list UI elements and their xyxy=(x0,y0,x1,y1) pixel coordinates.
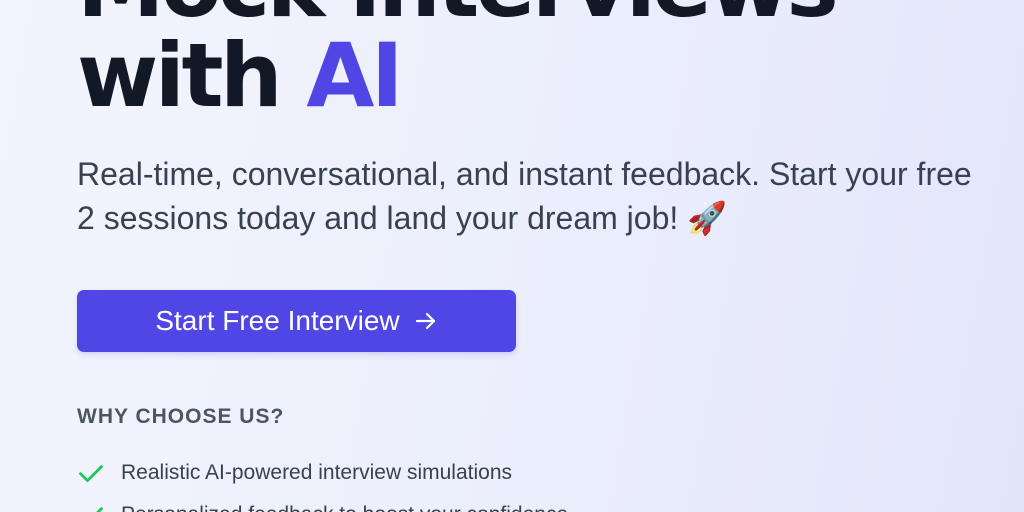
feature-text: Personalized feedback to boost your conf… xyxy=(121,500,568,512)
headline-with-text: with xyxy=(77,24,283,127)
why-choose-us-heading: WHY CHOOSE US? xyxy=(77,405,285,428)
check-icon xyxy=(77,459,121,487)
start-free-interview-button[interactable]: Start Free Interview xyxy=(77,290,516,352)
check-icon xyxy=(77,501,121,512)
arrow-right-icon xyxy=(414,309,438,333)
headline-line-2: with AI xyxy=(77,32,404,120)
list-item: Personalized feedback to boost your conf… xyxy=(77,494,568,512)
headline-accent-ai: AI xyxy=(306,24,403,127)
cta-label: Start Free Interview xyxy=(155,305,400,336)
feature-list: Realistic AI-powered interview simulatio… xyxy=(77,452,568,512)
feature-text: Realistic AI-powered interview simulatio… xyxy=(121,461,512,484)
list-item: Realistic AI-powered interview simulatio… xyxy=(77,452,568,494)
hero-subtitle: Real-time, conversational, and instant f… xyxy=(77,156,972,236)
